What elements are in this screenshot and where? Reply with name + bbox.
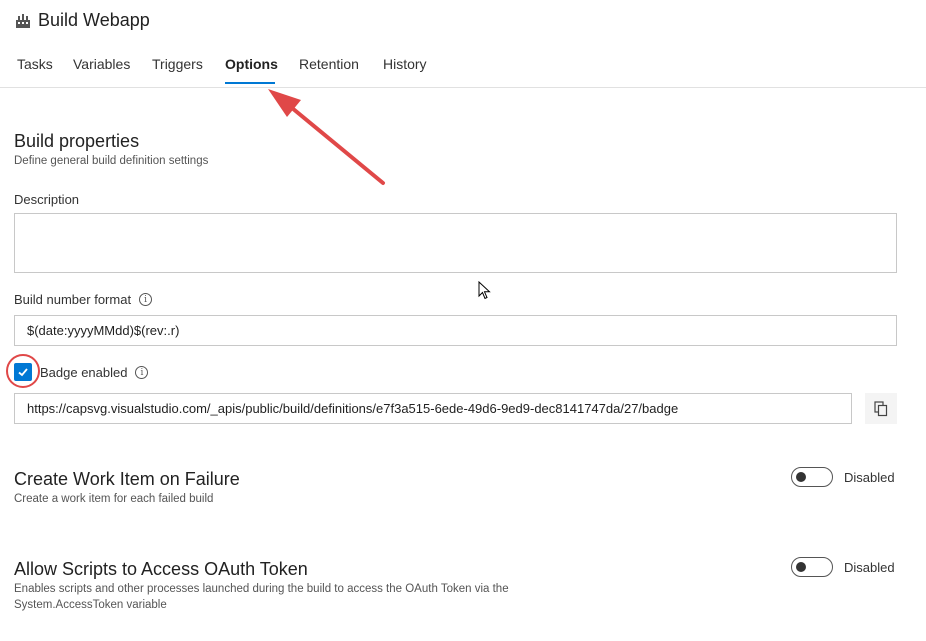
page-title: Build Webapp [38, 10, 150, 30]
tab-tasks[interactable]: Tasks [17, 56, 53, 72]
oauth-heading: Allow Scripts to Access OAuth Token [14, 559, 308, 579]
description-label: Description [14, 192, 79, 207]
description-label-text: Description [14, 192, 80, 207]
tab-history[interactable]: History [383, 56, 427, 72]
build-number-label: Build number format i [14, 292, 153, 307]
oauth-subtitle-line2: System.AccessToken variable [14, 599, 167, 611]
build-properties-subtitle: Define general build definition settings [14, 155, 209, 167]
work-item-subtitle: Create a work item for each failed build [14, 493, 214, 505]
page-header: Build Webapp [14, 10, 150, 31]
work-item-heading: Create Work Item on Failure [14, 469, 240, 489]
work-item-toggle-label: Disabled [844, 470, 895, 485]
badge-enabled-label: Badge enabled i [40, 365, 149, 380]
build-number-format-input[interactable]: $(date:yyyyMMdd)$(rev:.r) [14, 315, 897, 346]
build-properties-heading: Build properties [14, 131, 140, 151]
info-icon[interactable]: i [139, 293, 153, 306]
tab-triggers[interactable]: Triggers [152, 56, 203, 72]
build-pipeline-icon [14, 12, 32, 30]
badge-enabled-label-text: Badge enabled [40, 365, 128, 380]
oauth-toggle[interactable] [791, 557, 833, 577]
oauth-subtitle-line1: Enables scripts and other processes laun… [14, 583, 509, 595]
oauth-toggle-label: Disabled [844, 560, 895, 575]
toggle-knob [796, 562, 806, 572]
active-tab-indicator [225, 82, 275, 84]
info-icon[interactable]: i [135, 366, 149, 379]
description-field[interactable] [14, 213, 897, 273]
copy-to-clipboard-button[interactable] [865, 393, 897, 424]
toggle-knob [796, 472, 806, 482]
tab-options[interactable]: Options [225, 56, 278, 72]
build-number-label-text: Build number format [14, 292, 132, 307]
tab-retention[interactable]: Retention [299, 56, 359, 72]
badge-url-field[interactable]: https://capsvg.visualstudio.com/_apis/pu… [14, 393, 852, 424]
mouse-cursor-icon [478, 281, 491, 300]
tab-variables[interactable]: Variables [73, 56, 130, 72]
copy-icon [874, 400, 888, 416]
tab-bar: Tasks Variables Triggers Options Retenti… [0, 52, 926, 88]
checkbox-highlight-circle [6, 354, 40, 388]
work-item-toggle[interactable] [791, 467, 833, 487]
